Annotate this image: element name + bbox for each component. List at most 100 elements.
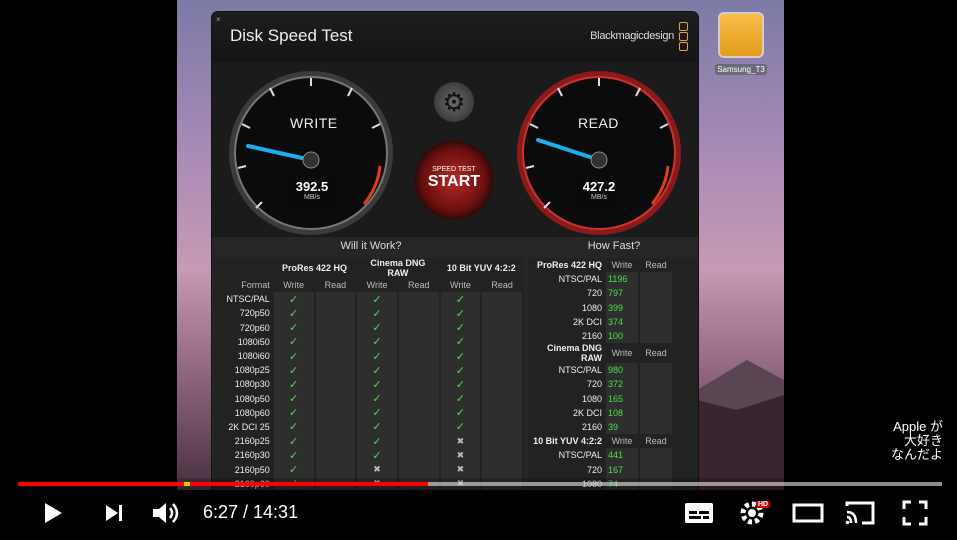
- write-header: Write: [283, 280, 305, 291]
- check-icon: ✓: [440, 405, 481, 420]
- empty-cell: [315, 306, 356, 321]
- cross-icon: ✖: [440, 448, 481, 463]
- table-row: 2K DCI 25 ✓ ✓ ✓: [216, 419, 522, 435]
- write-speed-value: 167: [606, 462, 638, 477]
- format-cell: 1080p25: [234, 365, 270, 376]
- subtitles-icon[interactable]: [684, 502, 714, 524]
- drive-label: Samsung_T3: [715, 64, 767, 75]
- next-icon[interactable]: [103, 502, 125, 524]
- format-cell: 720p50: [239, 308, 270, 319]
- write-header: Write: [366, 280, 388, 291]
- how-fast-panel: ProRes 422 HQ Write Read NTSC/PAL 1196 720 797…: [528, 258, 698, 490]
- write-unit: MB/s: [304, 194, 320, 201]
- cross-icon: ✖: [440, 434, 481, 449]
- read-unit: MB/s: [591, 194, 607, 201]
- empty-cell: [315, 419, 356, 435]
- brand-logo-text: Blackmagicdesign: [590, 30, 674, 42]
- write-speed-value: 165: [606, 391, 638, 406]
- table-row: 2160p25 ✓ ✓ ✖: [216, 434, 522, 449]
- video-frame[interactable]: Samsung_T3 × Disk Speed Test Blackmagicd…: [177, 0, 784, 490]
- empty-cell: [398, 334, 439, 349]
- empty-cell: [315, 391, 356, 406]
- check-icon: ✓: [273, 419, 314, 435]
- format-cell: 1080i60: [237, 351, 270, 362]
- check-icon: ✓: [357, 363, 397, 378]
- check-icon: ✓: [273, 462, 314, 477]
- empty-cell: [398, 405, 439, 420]
- format-cell: 1080p30: [234, 379, 270, 390]
- empty-cell: [315, 377, 356, 392]
- read-speed-value: [640, 328, 672, 344]
- read-speed-value: [640, 419, 672, 435]
- empty-cell: [398, 434, 439, 449]
- theater-mode-icon[interactable]: [792, 503, 824, 523]
- table-row: 720 167: [530, 462, 672, 477]
- check-icon: ✓: [273, 434, 314, 449]
- empty-cell: [482, 462, 522, 477]
- check-icon: ✓: [440, 391, 481, 406]
- empty-cell: [398, 391, 439, 406]
- how-fast-table: ProRes 422 HQ Write Read NTSC/PAL 1196 720 797…: [528, 258, 674, 490]
- table-row: 720 372: [530, 377, 672, 392]
- format-cell: 1080: [581, 393, 602, 404]
- check-icon: ✓: [357, 334, 397, 349]
- play-icon[interactable]: [40, 500, 66, 526]
- group-row: ProRes 422 HQ Write Read: [530, 258, 672, 272]
- format-cell: 2160: [581, 331, 602, 342]
- watermark-line: なんだよ: [890, 447, 943, 462]
- watermark-line: 大好き: [903, 433, 943, 448]
- start-button-subtitle: SPEED TEST: [432, 166, 476, 173]
- start-button[interactable]: SPEED TEST START: [414, 140, 494, 220]
- check-icon: ✓: [273, 391, 314, 406]
- read-value: 427.2: [582, 179, 616, 194]
- fullscreen-icon[interactable]: [902, 500, 928, 526]
- read-readout: 427.2 MB/s: [575, 174, 623, 208]
- close-icon[interactable]: ×: [216, 15, 221, 24]
- read-header: Read: [407, 280, 430, 291]
- external-drive-icon[interactable]: Samsung_T3: [715, 12, 767, 78]
- read-speed-value: [640, 300, 672, 315]
- empty-cell: [482, 434, 522, 449]
- format-cell: NTSC/PAL: [558, 450, 602, 461]
- format-cell: 2160p25: [234, 436, 270, 447]
- empty-cell: [315, 320, 356, 335]
- start-button-label: START: [427, 173, 481, 190]
- empty-cell: [315, 462, 356, 477]
- check-icon: ✓: [440, 377, 481, 392]
- check-icon: ✓: [440, 320, 481, 335]
- write-speed-value: 100: [606, 328, 638, 344]
- empty-cell: [398, 462, 439, 477]
- read-speed-value: [640, 448, 672, 463]
- empty-cell: [482, 448, 522, 463]
- cast-icon[interactable]: [844, 500, 876, 526]
- empty-cell: [398, 306, 439, 321]
- format-cell: 1080: [581, 302, 602, 313]
- write-speed-value: 980: [606, 363, 638, 378]
- watermark-line: Apple が: [893, 419, 943, 434]
- group-header: Cinema DNG RAW: [370, 258, 426, 278]
- table-row: 1080i60 ✓ ✓ ✓: [216, 348, 522, 364]
- table-row: 1080p60 ✓ ✓ ✓: [216, 405, 522, 420]
- write-header: Write: [449, 280, 471, 291]
- volume-icon[interactable]: [151, 500, 183, 526]
- check-icon: ✓: [273, 405, 314, 420]
- format-cell: NTSC/PAL: [558, 365, 602, 376]
- table-row: 2K DCI 108: [530, 405, 672, 420]
- write-gauge: [229, 71, 393, 235]
- settings-gear-icon[interactable]: ⚙: [434, 82, 474, 122]
- check-icon: ✓: [357, 306, 397, 321]
- progress-bar[interactable]: [18, 482, 942, 486]
- check-icon: ✓: [357, 419, 397, 435]
- empty-cell: [398, 320, 439, 335]
- empty-cell: [398, 292, 439, 307]
- empty-cell: [398, 419, 439, 435]
- read-speed-value: [640, 363, 672, 378]
- read-speed-value: [640, 272, 672, 287]
- read-header: Read: [491, 280, 513, 291]
- check-icon: ✓: [273, 334, 314, 349]
- empty-cell: [482, 363, 522, 378]
- empty-cell: [315, 292, 356, 307]
- empty-cell: [398, 448, 439, 463]
- table-row: 2160p30 ✓ ✓ ✖: [216, 448, 522, 463]
- table-row: 1080 165: [530, 391, 672, 406]
